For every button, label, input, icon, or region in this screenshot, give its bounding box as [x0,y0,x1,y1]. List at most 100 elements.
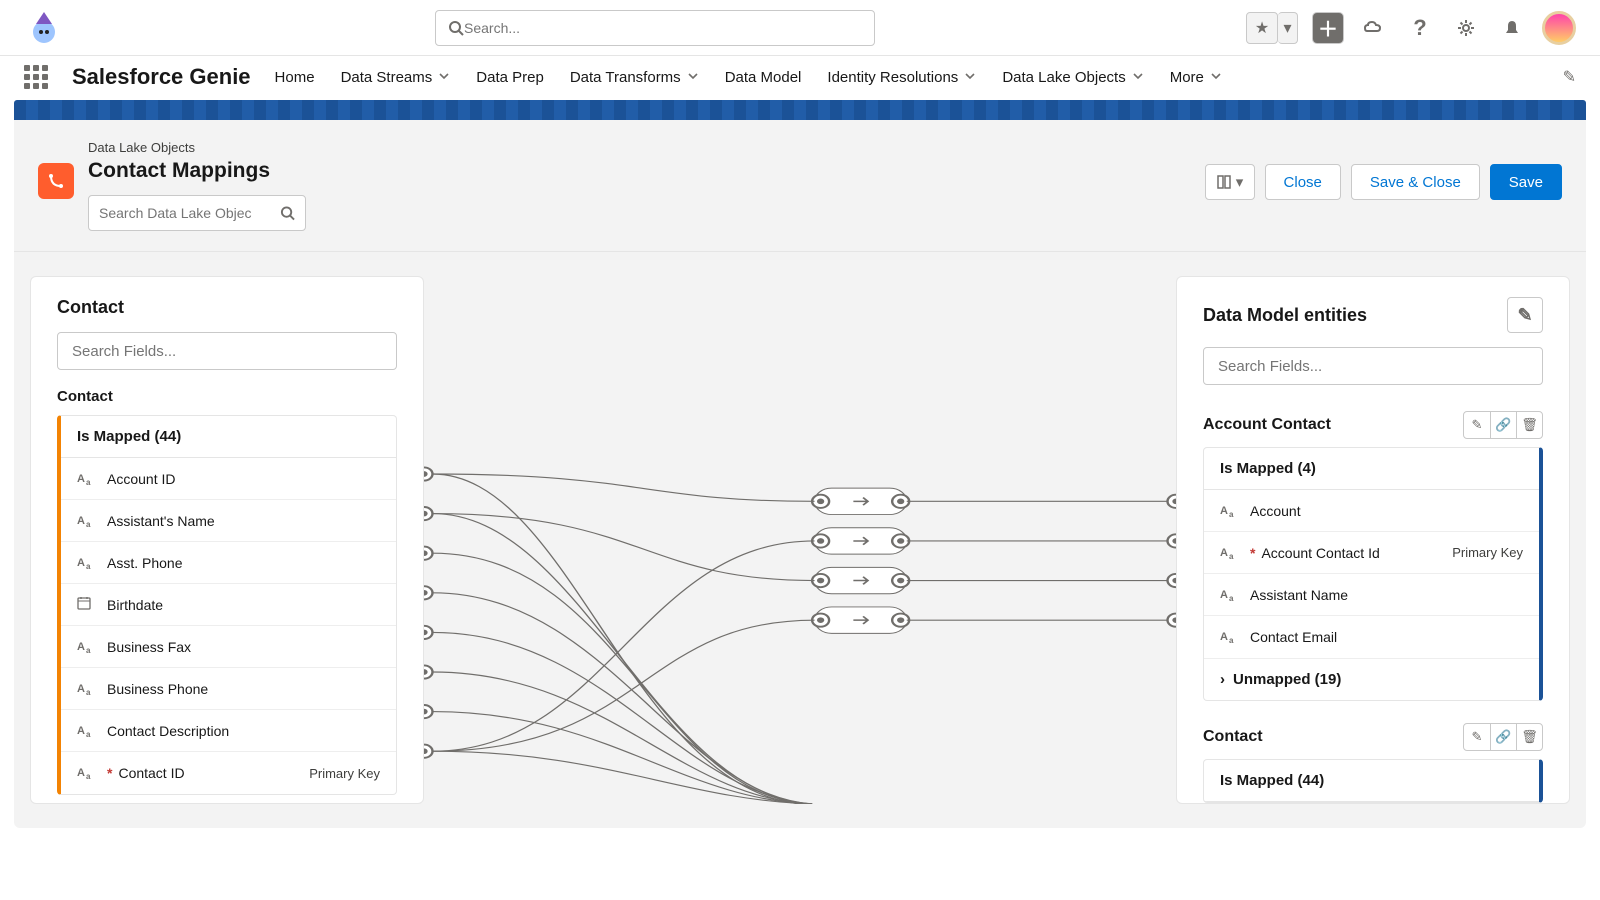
search-icon [448,20,464,36]
text-type-icon: Aa [1220,505,1238,517]
page-titles: Data Lake Objects Contact Mappings [88,140,1191,231]
field-row[interactable]: AaAccount [1204,490,1539,532]
edit-icon[interactable]: ✎ [1464,412,1490,438]
target-mapped-header-2[interactable]: Is Mapped (44) [1204,760,1539,802]
connector-area [424,276,1176,804]
chevron-down-icon [1210,69,1222,86]
add-icon[interactable]: ＋ [1312,12,1344,44]
edit-nav-icon[interactable]: ✎ [1563,67,1576,87]
source-subtitle: Contact [57,388,397,405]
source-mapped-header[interactable]: Is Mapped (44) [61,416,396,458]
required-star-icon: * [1250,545,1255,561]
nav-tabs: Home Data Streams Data Prep Data Transforms… [275,69,1222,86]
mapping-body: Contact Contact Is Mapped (44) AaAccount… [14,252,1586,828]
field-row[interactable]: AaBusiness Phone [61,668,396,710]
dlo-search-input[interactable] [99,205,280,221]
entity-actions: ✎ 🔗 🗑 [1463,723,1543,751]
target-panel-title: Data Model entities ✎ [1203,297,1543,333]
text-type-icon: Aa [77,767,95,779]
bell-cloud-icon[interactable] [1358,12,1390,44]
entity-actions: ✎ 🔗 🗑 [1463,411,1543,439]
salesforce-mascot-icon [24,8,64,48]
target-search-input[interactable] [1218,358,1528,375]
nav-tab-label: Home [275,69,315,86]
chevron-down-icon [687,69,699,86]
field-label: Account Contact Id [1261,545,1379,561]
field-row[interactable]: Aa*Contact IDPrimary Key [61,752,396,794]
edit-icon[interactable]: ✎ [1464,724,1490,750]
edit-entities-button[interactable]: ✎ [1507,297,1543,333]
dlo-search[interactable] [88,195,306,231]
nav-tab-data-prep[interactable]: Data Prep [476,69,544,86]
chevron-down-icon [964,69,976,86]
field-label: Contact Email [1250,629,1337,645]
nav-tab-label: Data Prep [476,69,544,86]
page-header: Data Lake Objects Contact Mappings ▾ Clo… [14,120,1586,252]
field-row[interactable]: AaAsst. Phone [61,542,396,584]
nav-tab-data-transforms[interactable]: Data Transforms [570,69,699,86]
required-star-icon: * [107,765,112,781]
notification-bell-icon[interactable] [1496,12,1528,44]
chevron-right-icon: › [1220,671,1225,688]
target-panel: Data Model entities ✎ Account Contact ✎ … [1176,276,1570,804]
close-button[interactable]: Close [1265,164,1341,200]
chevron-down-icon[interactable]: ▾ [1278,12,1298,44]
chevron-down-icon [1132,69,1144,86]
search-icon [280,204,295,222]
entity-name: Contact [1203,728,1263,746]
field-row[interactable]: AaContact Email [1204,616,1539,658]
target-mapped-header[interactable]: Is Mapped (4) [1204,448,1539,490]
delete-icon[interactable]: 🗑 [1516,412,1542,438]
global-search[interactable] [435,10,875,46]
field-label: Contact ID [118,765,184,781]
nav-tab-label: Data Lake Objects [1002,69,1125,86]
text-type-icon: Aa [1220,547,1238,559]
field-label: Account ID [107,471,175,487]
app-launcher-icon[interactable] [24,65,48,89]
link-icon[interactable]: 🔗 [1490,724,1516,750]
nav-tab-data-lake-objects[interactable]: Data Lake Objects [1002,69,1143,86]
entity-name: Account Contact [1203,416,1331,434]
link-icon[interactable]: 🔗 [1490,412,1516,438]
nav-tab-more[interactable]: More [1170,69,1222,86]
target-panel-title-text: Data Model entities [1203,305,1367,326]
field-row[interactable]: AaBusiness Fax [61,626,396,668]
global-header: ★ ▾ ＋ ? [0,0,1600,56]
source-panel: Contact Contact Is Mapped (44) AaAccount… [30,276,424,804]
source-panel-title: Contact [57,297,397,318]
field-row[interactable]: AaAssistant Name [1204,574,1539,616]
source-field-search[interactable] [57,332,397,370]
nav-tab-data-streams[interactable]: Data Streams [341,69,451,86]
unmapped-toggle[interactable]: › Unmapped (19) [1204,658,1539,700]
target-field-search[interactable] [1203,347,1543,385]
star-icon[interactable]: ★ [1246,12,1278,44]
field-row[interactable]: AaAssistant's Name [61,500,396,542]
save-close-button[interactable]: Save & Close [1351,164,1480,200]
nav-tab-home[interactable]: Home [275,69,315,86]
nav-tab-label: Data Streams [341,69,433,86]
global-search-input[interactable] [464,20,862,36]
avatar[interactable] [1542,11,1576,45]
header-actions: ★ ▾ ＋ ? [1246,11,1576,45]
delete-icon[interactable]: 🗑 [1516,724,1542,750]
save-button[interactable]: Save [1490,164,1562,200]
entity-account-contact-header: Account Contact ✎ 🔗 🗑 [1203,411,1543,439]
connector-svg [424,276,1176,804]
breadcrumb: Data Lake Objects [88,140,1191,155]
field-label: Birthdate [107,597,163,613]
field-row[interactable]: Aa*Account Contact IdPrimary Key [1204,532,1539,574]
gear-icon[interactable] [1450,12,1482,44]
calendar-icon [77,596,95,613]
layout-menu-button[interactable]: ▾ [1205,164,1255,200]
field-row[interactable]: Birthdate [61,584,396,626]
favorites-dropdown[interactable]: ★ ▾ [1246,12,1298,44]
nav-tab-data-model[interactable]: Data Model [725,69,802,86]
page-container: Data Lake Objects Contact Mappings ▾ Clo… [14,120,1586,828]
field-row[interactable]: AaContact Description [61,710,396,752]
help-icon[interactable]: ? [1404,12,1436,44]
nav-tab-identity-resolutions[interactable]: Identity Resolutions [827,69,976,86]
page-title: Contact Mappings [88,159,1191,183]
target-entity-block-contact: Is Mapped (44) [1203,759,1543,803]
field-row[interactable]: AaAccount ID [61,458,396,500]
source-search-input[interactable] [72,343,382,360]
